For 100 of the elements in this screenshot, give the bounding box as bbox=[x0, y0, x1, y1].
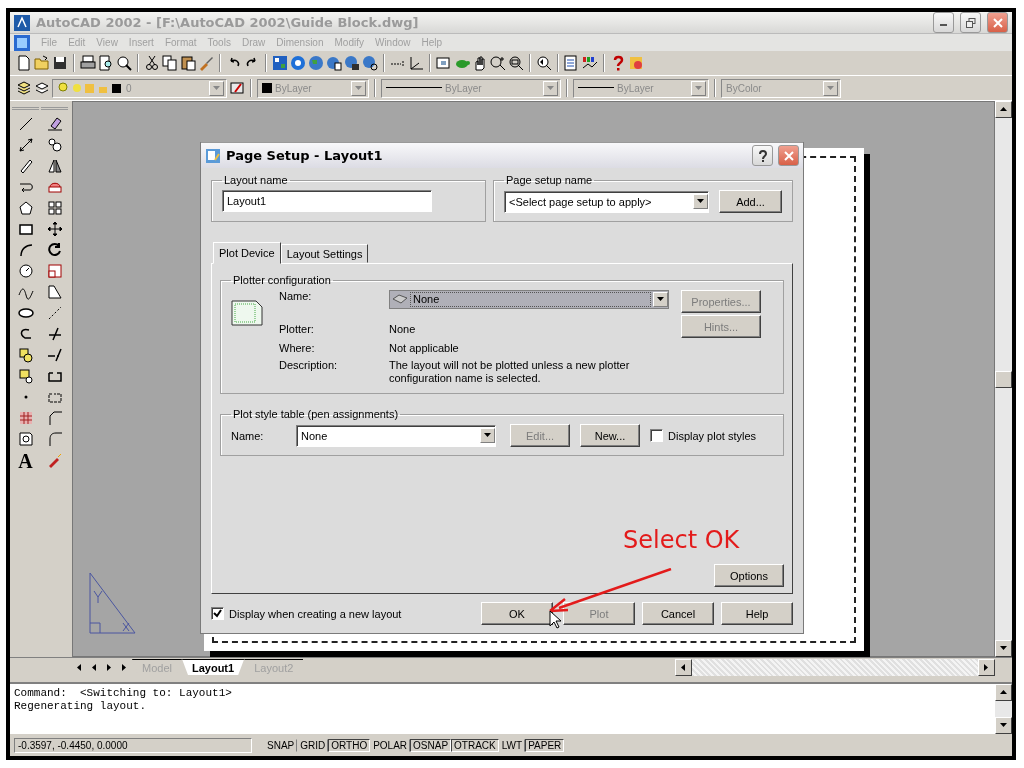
horizontal-scrollbar[interactable] bbox=[675, 658, 995, 676]
minimize-button[interactable] bbox=[933, 12, 954, 33]
text-tool-glyph[interactable]: A bbox=[18, 452, 33, 470]
four-squares-icon[interactable] bbox=[46, 200, 63, 216]
rotate-arrow-icon[interactable] bbox=[46, 242, 63, 258]
line-icon[interactable] bbox=[17, 116, 34, 132]
trim-cross-icon[interactable] bbox=[46, 326, 63, 342]
circle-icon[interactable] bbox=[17, 263, 34, 279]
status-toggle[interactable]: OSNAP bbox=[410, 738, 452, 752]
color-bars-icon[interactable] bbox=[582, 55, 598, 71]
grid-panel-icon[interactable] bbox=[272, 55, 288, 71]
axes-icon[interactable] bbox=[408, 55, 424, 71]
four-way-arrow-icon[interactable] bbox=[46, 221, 63, 237]
close-button[interactable] bbox=[987, 12, 1008, 33]
hand-icon[interactable] bbox=[472, 55, 488, 71]
magnifier-icon[interactable] bbox=[116, 55, 132, 71]
vertical-scrollbar[interactable] bbox=[995, 101, 1012, 657]
dialog-button[interactable]: Cancel bbox=[642, 602, 714, 625]
scroll-thumb[interactable] bbox=[995, 370, 1012, 388]
command-scrollbar[interactable] bbox=[995, 684, 1012, 734]
rectangle-icon[interactable] bbox=[17, 221, 34, 237]
restore-button[interactable] bbox=[960, 12, 981, 33]
question-icon bbox=[757, 149, 768, 162]
zoom-window-icon[interactable] bbox=[508, 55, 524, 71]
block-with-dot-icon[interactable] bbox=[17, 368, 34, 384]
status-toggle[interactable]: POLAR bbox=[370, 738, 411, 752]
chamfer-corner-icon[interactable] bbox=[46, 410, 63, 426]
triangle-down-icon bbox=[694, 83, 703, 93]
options-button[interactable]: Options bbox=[714, 564, 784, 587]
dialog-tab[interactable]: Layout Settings bbox=[280, 244, 369, 263]
stretch-shape-icon[interactable] bbox=[46, 284, 63, 300]
eraser-icon[interactable] bbox=[46, 116, 63, 132]
printer-icon[interactable] bbox=[80, 55, 96, 71]
checkbox[interactable] bbox=[211, 607, 224, 620]
zoom-plus-icon[interactable] bbox=[490, 55, 506, 71]
status-toggle[interactable]: PAPER bbox=[525, 738, 565, 752]
page-icon bbox=[231, 300, 263, 326]
fillet-corner-icon[interactable] bbox=[46, 431, 63, 447]
dialog-button[interactable]: Help bbox=[721, 602, 793, 625]
new-page-icon[interactable] bbox=[16, 55, 32, 71]
scissors-icon[interactable] bbox=[144, 55, 160, 71]
page-setup-dropdown[interactable]: <Select page setup to apply> bbox=[504, 190, 709, 213]
copy-pages-icon[interactable] bbox=[162, 55, 178, 71]
square-and-circle-icon[interactable] bbox=[17, 347, 34, 363]
status-toggle[interactable]: LWT bbox=[498, 738, 526, 752]
status-toggle[interactable]: ORTHO bbox=[328, 738, 371, 752]
hatch-icon[interactable] bbox=[17, 410, 34, 426]
checkbox[interactable] bbox=[650, 429, 663, 442]
scale-squares-icon[interactable] bbox=[46, 263, 63, 279]
layout-name-field[interactable]: Layout1 bbox=[222, 190, 432, 212]
status-toggle[interactable]: SNAP bbox=[264, 738, 298, 752]
display-layout-checkbox[interactable]: Display when creating a new layout bbox=[211, 607, 474, 620]
command-line: Command: <Switching to: Layout1> bbox=[14, 687, 233, 700]
dialog-tab[interactable]: Plot Device bbox=[213, 242, 281, 264]
zoom-back-icon[interactable] bbox=[536, 55, 552, 71]
field-label: Where: bbox=[279, 342, 316, 354]
starburst-icon[interactable] bbox=[628, 55, 644, 71]
property-sheet-icon[interactable] bbox=[564, 55, 580, 71]
layers-stack-icon[interactable] bbox=[16, 80, 32, 96]
plotter-name-dropdown[interactable]: None bbox=[389, 290, 669, 309]
command-line: Regenerating layout. bbox=[14, 700, 148, 713]
two-circles-icon[interactable] bbox=[46, 137, 63, 153]
status-toggle[interactable]: OTRACK bbox=[451, 738, 499, 752]
dashed-diagonal-icon[interactable] bbox=[46, 305, 63, 321]
group-label: Plotter configuration bbox=[232, 274, 332, 286]
close-button[interactable] bbox=[778, 145, 799, 166]
triangle-down-icon bbox=[656, 295, 665, 304]
drawing-area[interactable] bbox=[72, 101, 995, 657]
display-plot-styles-checkbox[interactable]: Display plot styles bbox=[650, 429, 757, 442]
preview-page-icon[interactable] bbox=[98, 55, 114, 71]
plot-style-dropdown[interactable]: None bbox=[296, 424, 496, 447]
add-button[interactable]: Add... bbox=[719, 190, 782, 213]
arc-icon[interactable] bbox=[17, 242, 34, 258]
open-folder-icon[interactable] bbox=[34, 55, 50, 71]
app-logo-icon[interactable] bbox=[14, 14, 30, 31]
close-icon bbox=[992, 17, 1003, 28]
field-label: Name: bbox=[279, 290, 313, 302]
globe-link-icon[interactable] bbox=[362, 55, 378, 71]
app-menu-icon[interactable] bbox=[14, 34, 30, 51]
pentagon-icon[interactable] bbox=[17, 200, 34, 216]
extend-line-icon[interactable] bbox=[46, 347, 63, 363]
ring-icon[interactable] bbox=[290, 55, 306, 71]
mouse-cursor-icon bbox=[549, 610, 561, 629]
triangle-left-icon bbox=[679, 662, 688, 672]
clipboard-icon[interactable] bbox=[180, 55, 196, 71]
page-setup-icon[interactable] bbox=[205, 147, 221, 164]
window-view-icon[interactable] bbox=[436, 55, 452, 71]
globe-page-icon[interactable] bbox=[326, 55, 342, 71]
ellipse-icon[interactable] bbox=[17, 305, 34, 321]
color-swatch-icon bbox=[262, 83, 272, 93]
close-icon bbox=[783, 150, 794, 161]
help-button[interactable] bbox=[752, 145, 773, 166]
new-button[interactable]: New... bbox=[580, 424, 640, 447]
status-toggle[interactable]: GRID bbox=[297, 738, 329, 752]
double-arrow-icon[interactable] bbox=[17, 137, 34, 153]
layout-tab[interactable]: Layout1 bbox=[181, 659, 245, 675]
layers-outline-icon[interactable] bbox=[34, 80, 50, 96]
mirror-triangles-icon[interactable] bbox=[46, 158, 63, 174]
dialog-button[interactable]: OK bbox=[481, 602, 553, 625]
globe-disk-icon[interactable] bbox=[344, 55, 360, 71]
